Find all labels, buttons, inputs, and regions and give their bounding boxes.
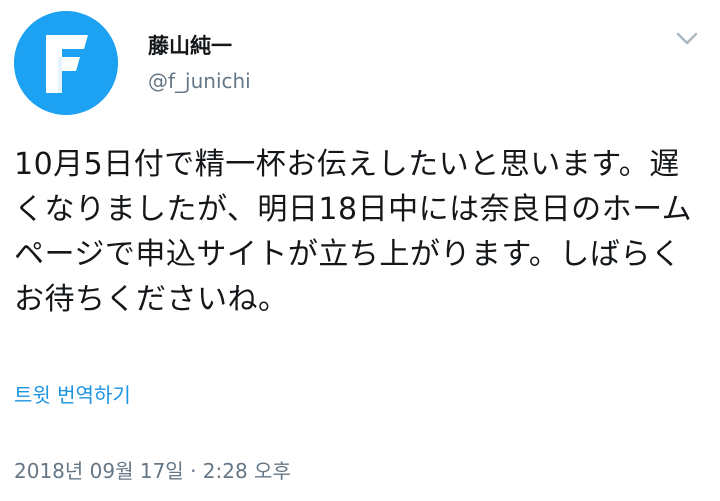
user-handle[interactable]: @f_junichi — [148, 68, 251, 94]
tweet-timestamp[interactable]: 2018년 09월 17일 · 2:28 오후 — [14, 458, 291, 484]
display-name[interactable]: 藤山純一 — [148, 33, 232, 59]
tweet-text: 10月5日付で精一杯お伝えしたいと思います。遅くなりましたが、明日18日中には奈… — [14, 147, 693, 317]
f-logo-icon — [14, 11, 118, 115]
tweet: 藤山純一 @f_junichi 10月5日付で精一杯お伝えしたいと思います。遅く… — [0, 0, 720, 501]
translate-tweet-link[interactable]: 트윗 번역하기 — [14, 382, 131, 408]
chevron-down-icon[interactable] — [672, 26, 702, 50]
avatar[interactable] — [14, 11, 118, 115]
